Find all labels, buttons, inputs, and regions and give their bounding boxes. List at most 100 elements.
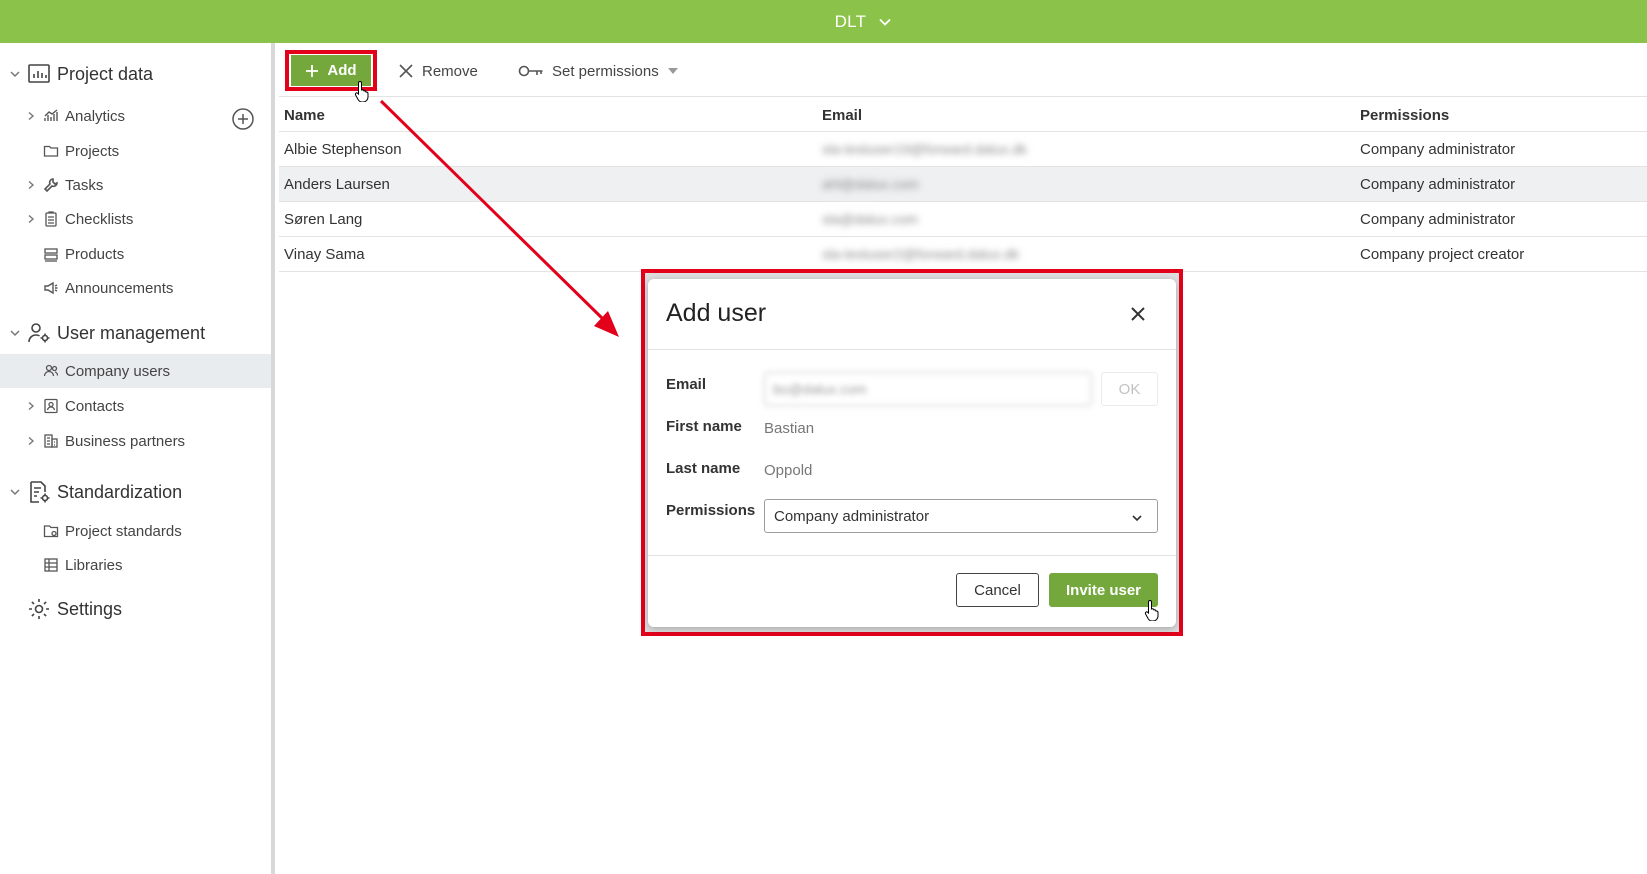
add-button-label: Add	[327, 62, 357, 79]
chevron-down-icon[interactable]	[9, 327, 21, 339]
building-icon	[43, 433, 59, 449]
sidebar-item-label: Products	[65, 245, 125, 263]
cell-name: Anders Laursen	[284, 176, 390, 193]
chevron-down-icon[interactable]	[9, 68, 21, 80]
remove-button-label: Remove	[422, 62, 478, 80]
close-dialog-button[interactable]	[1128, 304, 1148, 324]
dialog-divider	[648, 555, 1176, 556]
checklist-icon	[43, 211, 59, 227]
sidebar-item-label: Project standards	[65, 522, 182, 540]
sidebar-item-analytics[interactable]: Analytics	[0, 99, 271, 133]
sidebar-item-company-users[interactable]: Company users	[0, 354, 271, 388]
sidebar-item-label: Analytics	[65, 107, 126, 125]
sidebar-item-label: Libraries	[65, 556, 123, 574]
table-row[interactable]: Albie Stephenson sla-testuser19@forward.…	[279, 132, 1647, 167]
cell-email: sla@dalux.com	[822, 211, 918, 227]
sidebar-item-checklists[interactable]: Checklists	[0, 202, 271, 236]
products-icon	[43, 246, 59, 262]
cell-email: sla-testuser19@forward.dalux.dk	[822, 141, 1027, 157]
sidebar-item-announcements[interactable]: Announcements	[0, 271, 271, 305]
chevron-down-icon	[1131, 511, 1143, 523]
ok-button[interactable]: OK	[1101, 372, 1158, 406]
hand-cursor-icon	[354, 80, 372, 103]
sidebar-item-label: Projects	[65, 142, 120, 160]
dialog-title: Add user	[666, 299, 767, 327]
sidebar-item-tasks[interactable]: Tasks	[0, 168, 271, 202]
sidebar-item-label: Contacts	[65, 397, 125, 415]
sidebar-section-label: User management	[57, 322, 206, 343]
table-row[interactable]: Vinay Sama sla-testuser2@forward.dalux.d…	[279, 237, 1647, 272]
plus-icon	[305, 64, 319, 78]
sidebar-item-label: Announcements	[65, 279, 174, 297]
toolbar	[279, 43, 1647, 97]
cell-email: sla-testuser2@forward.dalux.dk	[822, 246, 1020, 262]
close-icon	[398, 63, 414, 79]
chevron-down-icon[interactable]	[9, 486, 21, 498]
chevron-right-icon[interactable]	[26, 436, 36, 446]
analytics-icon	[43, 108, 59, 124]
close-icon	[1128, 307, 1148, 327]
company-selector[interactable]: DLT	[835, 12, 867, 32]
first-name-value: Bastian	[764, 420, 815, 437]
sidebar-item-label: Company users	[65, 362, 171, 380]
column-header-email[interactable]: Email	[822, 107, 862, 124]
sidebar-item-label: Tasks	[65, 176, 104, 194]
chevron-right-icon[interactable]	[26, 180, 36, 190]
email-field[interactable]	[764, 372, 1092, 406]
sidebar-item-projects[interactable]: Projects	[0, 134, 271, 168]
last-name-label: Last name	[666, 460, 741, 477]
permissions-select[interactable]: Company administrator	[764, 499, 1158, 533]
sidebar-section-project-data[interactable]: Project data	[0, 56, 271, 92]
cancel-button[interactable]: Cancel	[956, 573, 1039, 607]
user-gear-icon	[27, 321, 51, 345]
sidebar-item-label: Business partners	[65, 432, 186, 450]
add-analytics-button[interactable]	[232, 108, 254, 130]
chevron-right-icon[interactable]	[26, 401, 36, 411]
sidebar-section-settings[interactable]: Settings	[0, 591, 271, 627]
remove-button[interactable]: Remove	[398, 56, 478, 86]
sidebar-item-products[interactable]: Products	[0, 237, 271, 271]
chart-board-icon	[27, 62, 51, 86]
sidebar-section-standardization[interactable]: Standardization	[0, 474, 271, 510]
cell-permissions: Company administrator	[1360, 211, 1516, 228]
key-icon	[518, 63, 544, 79]
column-header-name[interactable]: Name	[284, 107, 325, 124]
cell-name: Søren Lang	[284, 211, 363, 228]
chevron-right-icon[interactable]	[26, 214, 36, 224]
sidebar: Project data Analytics Projects Tasks Ch…	[0, 43, 275, 874]
document-gear-icon	[27, 480, 51, 504]
cell-email: ahl@dalux.com	[822, 176, 919, 192]
chevron-down-icon[interactable]	[878, 15, 892, 29]
sidebar-item-libraries[interactable]: Libraries	[0, 548, 271, 582]
megaphone-icon	[43, 280, 59, 296]
sidebar-section-label: Settings	[57, 598, 123, 619]
invite-user-button[interactable]: Invite user	[1049, 573, 1158, 607]
permissions-label: Permissions	[666, 502, 756, 519]
set-permissions-button[interactable]: Set permissions	[518, 56, 678, 86]
table-header: Name Email Permissions	[279, 97, 1647, 132]
table-row[interactable]: Anders Laursen ahl@dalux.com Company adm…	[279, 167, 1647, 202]
column-header-permissions[interactable]: Permissions	[1360, 107, 1449, 124]
add-user-dialog: Add user Email OK First name Bastian Las…	[648, 279, 1176, 627]
table-row[interactable]: Søren Lang sla@dalux.com Company adminis…	[279, 202, 1647, 237]
cell-name: Vinay Sama	[284, 246, 365, 263]
gear-icon	[27, 597, 51, 621]
wrench-icon	[43, 177, 59, 193]
cell-permissions: Company project creator	[1360, 246, 1525, 263]
cell-permissions: Company administrator	[1360, 176, 1516, 193]
sidebar-item-project-standards[interactable]: Project standards	[0, 514, 271, 548]
users-icon	[43, 363, 59, 379]
last-name-value: Oppold	[764, 462, 813, 479]
first-name-label: First name	[666, 418, 742, 435]
chevron-right-icon[interactable]	[26, 111, 36, 121]
sidebar-item-business-partners[interactable]: Business partners	[0, 424, 271, 458]
standard-icon	[43, 523, 59, 539]
set-permissions-label: Set permissions	[552, 62, 659, 80]
email-label: Email	[666, 376, 707, 393]
permissions-selected-value: Company administrator	[774, 507, 930, 525]
sidebar-section-user-management[interactable]: User management	[0, 315, 271, 351]
hand-cursor-icon	[1144, 599, 1162, 622]
sidebar-section-label: Standardization	[57, 481, 183, 502]
cell-name: Albie Stephenson	[284, 141, 402, 158]
sidebar-item-contacts[interactable]: Contacts	[0, 389, 271, 423]
